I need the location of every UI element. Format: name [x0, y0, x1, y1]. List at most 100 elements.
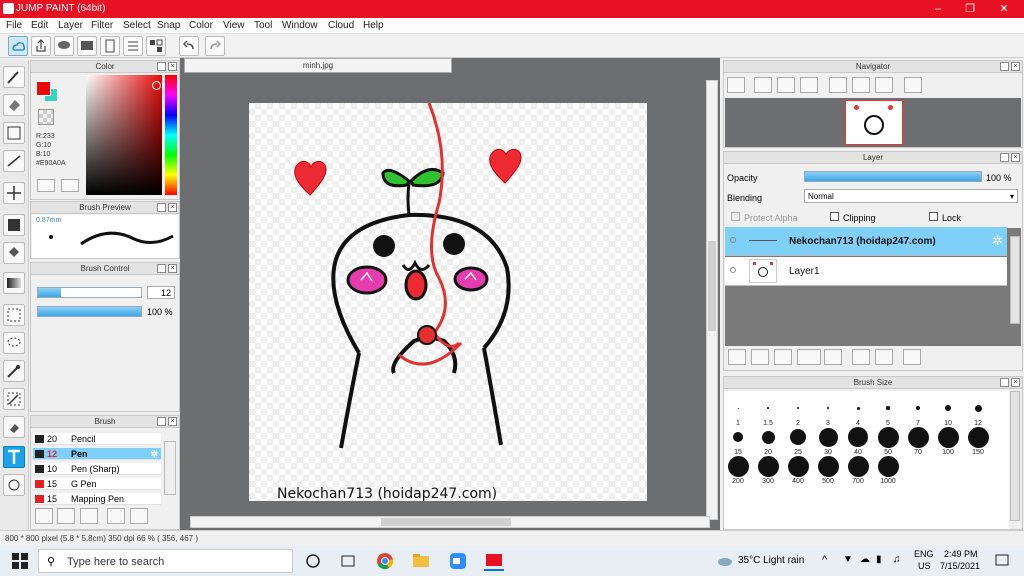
pen-select-tool-icon[interactable]: [3, 388, 25, 410]
brush-copy-button[interactable]: [80, 508, 98, 524]
page-icon[interactable]: [100, 36, 120, 56]
layer-settings-gear-icon[interactable]: ✲: [992, 233, 1003, 249]
reset-view-icon[interactable]: [852, 77, 870, 93]
brush-item[interactable]: 20 Pencil: [33, 433, 161, 445]
brush-item[interactable]: 10 Pen (Sharp): [33, 463, 161, 475]
brush-size-dot[interactable]: [733, 432, 743, 442]
hand-tool-icon[interactable]: [3, 474, 25, 496]
lock-checkbox[interactable]: [929, 212, 938, 221]
share-icon[interactable]: [31, 36, 51, 56]
zoom-icon[interactable]: [727, 77, 745, 93]
language-primary[interactable]: ENG: [914, 549, 934, 559]
brush-size-dot[interactable]: [727, 455, 749, 477]
fit-icon[interactable]: [777, 77, 795, 93]
color-dropper-button[interactable]: [61, 179, 79, 192]
brush-size-dot[interactable]: [818, 427, 838, 447]
clock-time[interactable]: 2:49 PM: [944, 549, 978, 559]
color-picker-cursor[interactable]: [152, 81, 161, 90]
menu-help[interactable]: Help: [363, 20, 384, 31]
brush-size-dot[interactable]: [767, 407, 769, 409]
drawing-canvas[interactable]: Nekochan713 (hoidap247.com): [249, 103, 647, 502]
layer-folder-button[interactable]: [824, 349, 842, 365]
brush-size-dot[interactable]: [848, 427, 868, 447]
grid-icon[interactable]: [146, 36, 166, 56]
comment-icon[interactable]: [54, 36, 74, 56]
canvas-area[interactable]: minh.jpg Nekochan713 (hoidap247.com): [180, 58, 720, 530]
panel-close-icon[interactable]: ×: [168, 417, 177, 426]
menu-layer[interactable]: Layer: [58, 20, 83, 31]
close-button[interactable]: ✕: [990, 1, 1018, 17]
list-icon[interactable]: [123, 36, 143, 56]
menu-window[interactable]: Window: [282, 20, 318, 31]
windows-start-icon[interactable]: [10, 551, 30, 571]
layer-opacity-slider[interactable]: [804, 171, 982, 182]
hue-slider[interactable]: [165, 75, 177, 195]
brush-size-dot[interactable]: [967, 426, 989, 448]
rotate-right-icon[interactable]: [875, 77, 893, 93]
color-palette-button[interactable]: [37, 179, 55, 192]
network-icon[interactable]: ▼: [843, 554, 853, 565]
clock-date[interactable]: 7/15/2021: [940, 561, 980, 571]
lasso-tool-icon[interactable]: [3, 332, 25, 354]
text-tool-icon[interactable]: [3, 446, 25, 468]
canvas-vertical-scrollbar[interactable]: [706, 80, 718, 520]
brush-item[interactable]: 15 G Pen: [33, 478, 161, 490]
wand-tool-icon[interactable]: [3, 360, 25, 382]
line-tool-icon[interactable]: [3, 150, 25, 172]
battery-icon[interactable]: ▮: [876, 554, 882, 565]
file-explorer-icon[interactable]: [411, 551, 431, 571]
color-saturation-field[interactable]: [86, 75, 162, 195]
eraser-select-tool-icon[interactable]: [3, 416, 25, 438]
transparent-color-swatch[interactable]: [38, 109, 54, 125]
brush-new-button[interactable]: [57, 508, 75, 524]
volume-icon[interactable]: ♫: [893, 554, 901, 565]
panel-close-icon[interactable]: ×: [168, 62, 177, 71]
menu-snap[interactable]: Snap: [157, 20, 180, 31]
menu-edit[interactable]: Edit: [31, 20, 48, 31]
notification-icon[interactable]: [992, 551, 1012, 571]
panel-close-icon[interactable]: ×: [1011, 153, 1020, 162]
zoom-out-icon[interactable]: [800, 77, 818, 93]
brush-list-scrollbar[interactable]: [164, 441, 176, 495]
brush-size-dot[interactable]: [915, 405, 921, 411]
layer-visibility-icon[interactable]: [730, 237, 736, 243]
clipping-checkbox[interactable]: [830, 212, 839, 221]
task-view-icon[interactable]: [338, 551, 358, 571]
redo-icon[interactable]: [205, 36, 225, 56]
layer-type-dropdown[interactable]: [797, 349, 821, 365]
duplicate-layer-button[interactable]: [852, 349, 870, 365]
navigator-viewport[interactable]: [725, 98, 1021, 147]
layer-visibility-icon[interactable]: [730, 267, 736, 273]
panel-close-icon[interactable]: ×: [1011, 378, 1020, 387]
layer-list-scrollbar[interactable]: [1010, 236, 1020, 324]
panel-float-icon[interactable]: [157, 62, 166, 71]
brush-item-selected[interactable]: 12 Pen ✲: [33, 448, 161, 460]
panel-float-icon[interactable]: [1000, 378, 1009, 387]
bucket-tool-icon[interactable]: [3, 242, 25, 264]
menu-color[interactable]: Color: [189, 20, 213, 31]
panel-close-icon[interactable]: ×: [1011, 62, 1020, 71]
fill-rect-tool-icon[interactable]: [3, 214, 25, 236]
new-layer-button[interactable]: [728, 349, 746, 365]
language-secondary[interactable]: US: [918, 561, 931, 571]
delete-layer-icon[interactable]: [903, 349, 921, 365]
gradient-tool-icon[interactable]: [3, 272, 25, 294]
weather-icon[interactable]: [715, 551, 735, 571]
flip-icon[interactable]: [904, 77, 922, 93]
brush-size-dot[interactable]: [826, 406, 830, 410]
brush-size-dot[interactable]: [886, 406, 890, 410]
brush-item[interactable]: 15 Mapping Pen: [33, 493, 161, 505]
panel-float-icon[interactable]: [1000, 153, 1009, 162]
undo-icon[interactable]: [179, 36, 199, 56]
minimize-button[interactable]: –: [924, 1, 952, 17]
panel-close-icon[interactable]: ×: [168, 264, 177, 273]
brush-size-dot[interactable]: [945, 405, 951, 411]
move-tool-icon[interactable]: [3, 182, 25, 204]
brush-add-button[interactable]: [35, 508, 53, 524]
panel-close-icon[interactable]: ×: [168, 203, 177, 212]
brush-size-dot[interactable]: [877, 426, 899, 448]
menu-filter[interactable]: Filter: [91, 20, 113, 31]
brush-size-slider[interactable]: [37, 287, 142, 298]
brush-size-dot[interactable]: [974, 404, 982, 412]
taskbar-search-box[interactable]: ⚲ Type here to search: [38, 549, 293, 573]
